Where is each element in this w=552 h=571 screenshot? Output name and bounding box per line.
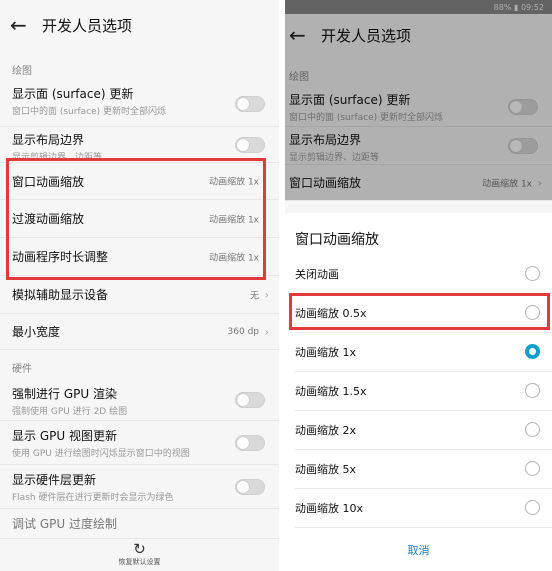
row-label: 显示硬件层更新 — [12, 473, 97, 487]
highlight-box — [6, 158, 266, 280]
cancel-button[interactable]: 取消 — [285, 528, 552, 558]
option-label: 动画缩放 2x — [295, 424, 357, 437]
option-off[interactable]: 关闭动画 — [295, 255, 552, 294]
toggle-switch[interactable] — [235, 95, 265, 112]
left-header: ← 开发人员选项 — [0, 0, 279, 50]
radio-button[interactable] — [525, 266, 540, 281]
section-drawing: 绘图 — [12, 66, 32, 77]
row-label: 显示面 (surface) 更新 — [12, 87, 134, 101]
option-5x[interactable]: 动画缩放 5x — [295, 450, 552, 489]
dim-overlay — [285, 0, 552, 200]
option-label: 关闭动画 — [295, 268, 339, 281]
radio-button[interactable] — [525, 383, 540, 398]
radio-button-selected[interactable] — [525, 344, 540, 359]
row-force-gpu[interactable]: 强制进行 GPU 渲染 强制使用 GPU 进行 2D 绘图 — [0, 379, 279, 421]
row-hw-layer-updates[interactable]: 显示硬件层更新 Flash 硬件层在进行更新时会显示为绿色 — [0, 465, 279, 509]
row-label: 模拟辅助显示设备 — [12, 288, 109, 302]
option-1x[interactable]: 动画缩放 1x — [295, 333, 552, 372]
row-sub: Flash 硬件层在进行更新时会显示为绿色 — [12, 493, 174, 503]
row-label: 显示 GPU 视图更新 — [12, 429, 117, 443]
toggle-switch[interactable] — [235, 391, 265, 408]
option-label: 动画缩放 10x — [295, 502, 364, 515]
radio-button[interactable] — [525, 422, 540, 437]
radio-button[interactable] — [525, 461, 540, 476]
radio-button[interactable] — [525, 500, 540, 515]
option-label: 动画缩放 1.5x — [295, 385, 367, 398]
row-gpu-overdraw[interactable]: 调试 GPU 过度绘制 — [0, 509, 279, 539]
row-label: 强制进行 GPU 渲染 — [12, 387, 117, 401]
dialog-title: 窗口动画缩放 — [295, 232, 379, 248]
reset-defaults-label[interactable]: 恢复默认设置 — [0, 557, 279, 567]
toggle-switch[interactable] — [235, 136, 265, 153]
page-title: 开发人员选项 — [42, 16, 133, 35]
option-1-5x[interactable]: 动画缩放 1.5x — [295, 372, 552, 411]
reset-icon[interactable]: ↻ — [0, 541, 279, 557]
row-sub: 使用 GPU 进行绘图时闪烁显示窗口中的视图 — [12, 449, 190, 459]
row-label: 调试 GPU 过度绘制 — [12, 517, 117, 531]
highlight-box — [289, 293, 550, 330]
toggle-switch[interactable] — [235, 478, 265, 495]
option-2x[interactable]: 动画缩放 2x — [295, 411, 552, 450]
right-screen: 88% ▮ 09:52 ← 开发人员选项 绘图 显示面 (surface) 更新… — [285, 0, 552, 571]
row-sub: 强制使用 GPU 进行 2D 绘图 — [12, 407, 128, 417]
footer-bar: ↻ 恢复默认设置 — [0, 541, 279, 571]
row-label: 显示布局边界 — [12, 133, 85, 147]
row-value: 无 — [249, 291, 259, 301]
toggle-switch[interactable] — [235, 434, 265, 451]
section-hardware: 硬件 — [12, 364, 32, 375]
chevron-right-icon: › — [264, 325, 269, 338]
row-smallest-width[interactable]: 最小宽度 360 dp › — [0, 314, 279, 350]
left-screen: ← 开发人员选项 绘图 显示面 (surface) 更新 窗口中的面 (surf… — [0, 0, 279, 571]
chevron-right-icon: › — [264, 288, 269, 301]
option-10x[interactable]: 动画缩放 10x — [295, 489, 552, 528]
row-secondary-display[interactable]: 模拟辅助显示设备 无 › — [0, 276, 279, 314]
arrow-left-icon[interactable]: ← — [10, 13, 34, 37]
animation-scale-dialog: 窗口动画缩放 关闭动画 动画缩放 0.5x 动画缩放 1x 动画缩放 1.5x … — [285, 213, 552, 571]
row-label: 最小宽度 — [12, 325, 61, 339]
row-sub: 窗口中的面 (surface) 更新时全部闪烁 — [12, 107, 167, 117]
option-label: 动画缩放 5x — [295, 463, 357, 476]
row-gpu-view-updates[interactable]: 显示 GPU 视图更新 使用 GPU 进行绘图时闪烁显示窗口中的视图 — [0, 421, 279, 465]
row-surface-update[interactable]: 显示面 (surface) 更新 窗口中的面 (surface) 更新时全部闪烁 — [0, 81, 279, 127]
option-label: 动画缩放 1x — [295, 346, 357, 359]
row-value: 360 dp — [227, 326, 259, 337]
